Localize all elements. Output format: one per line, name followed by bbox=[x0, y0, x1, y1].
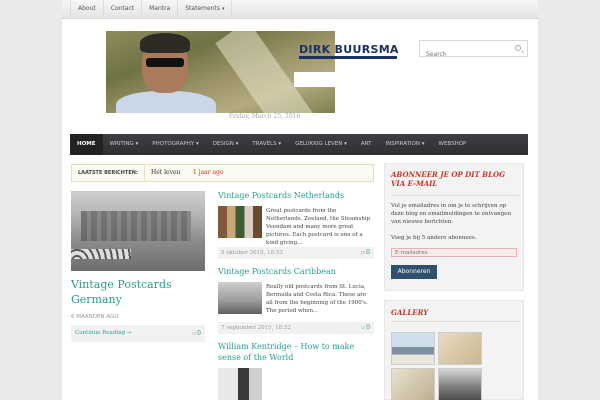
page: About Contact Mantra Statements ▾ DIRK BU… bbox=[62, 0, 538, 400]
featured-image[interactable] bbox=[71, 191, 205, 271]
post-excerpt: Great postcards from the Netherlands. Ze… bbox=[266, 208, 371, 246]
main-nav-inspiration-label: INSPIRATION bbox=[385, 141, 420, 147]
subscribe-widget: ABONNEER JE OP DIT BLOG VIA E-MAIL Vul j… bbox=[384, 163, 524, 291]
banner-sunglasses bbox=[146, 58, 184, 67]
post-comment-number: 0 bbox=[366, 324, 370, 331]
top-nav-statements-label: Statements bbox=[185, 5, 220, 12]
subscribe-button[interactable]: Abonneren bbox=[391, 265, 437, 279]
ticker-label: LAATSTE BERICHTEN: bbox=[72, 165, 145, 181]
top-nav: About Contact Mantra Statements ▾ bbox=[70, 0, 233, 19]
banner-shirt bbox=[116, 91, 216, 113]
subscribe-text: Vul je emailadres in om je te schrijven … bbox=[391, 203, 511, 225]
subscriber-count: Voeg je bij 5 andere abonnees. bbox=[391, 235, 477, 241]
post-meta: 7 september 2015, 18:52 ▫0 bbox=[218, 322, 374, 334]
post-date: 7 september 2015, 18:52 bbox=[221, 325, 292, 331]
post-comment-number: 0 bbox=[366, 249, 370, 256]
comment-icon: ▫ bbox=[192, 330, 197, 337]
gallery-thumbnail[interactable] bbox=[391, 332, 435, 365]
main-nav-inspiration[interactable]: INSPIRATION ▾ bbox=[378, 134, 431, 155]
gallery-thumbnail[interactable] bbox=[438, 332, 482, 365]
chevron-down-icon: ▾ bbox=[421, 141, 425, 147]
ticker-time: 1 jaar ago bbox=[193, 169, 224, 176]
main-nav: HOME WRITING ▾ PHOTOGRAPHY ▾ DESIGN ▾ TR… bbox=[70, 134, 528, 155]
divider bbox=[391, 321, 519, 322]
subscribe-title: ABONNEER JE OP DIT BLOG VIA E-MAIL bbox=[391, 170, 506, 188]
gallery-thumbnail[interactable] bbox=[391, 368, 435, 400]
continue-reading-link[interactable]: Continue Reading → bbox=[75, 325, 132, 342]
main-nav-home[interactable]: HOME bbox=[70, 134, 103, 155]
featured-age: 6 MAANDEN AGO bbox=[71, 314, 119, 320]
main-nav-design-label: DESIGN bbox=[212, 141, 234, 147]
main-nav-gelukkig-leven[interactable]: GELUKKIG LEVEN ▾ bbox=[288, 134, 354, 155]
post-excerpt: Really old postcards from St. Lucia, Ber… bbox=[266, 284, 368, 314]
post-title[interactable]: Vintage Postcards Caribbean bbox=[218, 266, 378, 277]
main-nav-webshop[interactable]: WEBSHOP bbox=[432, 134, 474, 155]
post-comment-count[interactable]: ▫0 bbox=[361, 322, 370, 334]
email-field[interactable] bbox=[391, 248, 517, 257]
header-date: Friday, March 25, 2016 bbox=[229, 113, 301, 120]
banner-hair bbox=[140, 33, 190, 53]
post-title[interactable]: Vintage Postcards Netherlands bbox=[218, 190, 378, 201]
featured-comment-count[interactable]: ▫0 bbox=[192, 325, 201, 342]
featured-footer: Continue Reading → ▫0 bbox=[71, 325, 205, 342]
post-title[interactable]: William Kentridge – How to make sense of… bbox=[218, 341, 378, 363]
latest-posts-ticker: LAATSTE BERICHTEN: Het leven 1 jaar ago bbox=[71, 164, 374, 182]
main-nav-writing-label: WRITING bbox=[109, 141, 134, 147]
post-thumbnail[interactable] bbox=[218, 206, 262, 238]
gallery-widget: GALLERY bbox=[384, 300, 524, 400]
banner-name-plate bbox=[294, 72, 335, 87]
comment-icon: ▫ bbox=[361, 324, 366, 331]
main-nav-writing[interactable]: WRITING ▾ bbox=[103, 134, 146, 155]
comment-icon: ▫ bbox=[361, 249, 366, 256]
featured-image-bridge bbox=[71, 249, 131, 259]
top-nav-mantra[interactable]: Mantra bbox=[142, 0, 179, 19]
main-nav-photography[interactable]: PHOTOGRAPHY ▾ bbox=[145, 134, 205, 155]
top-nav-about[interactable]: About bbox=[70, 0, 104, 19]
chevron-down-icon: ▾ bbox=[195, 141, 199, 147]
search-input[interactable] bbox=[420, 47, 510, 62]
featured-comment-number: 0 bbox=[197, 330, 201, 337]
post-thumbnail[interactable] bbox=[218, 282, 262, 314]
featured-image-buildings bbox=[81, 211, 191, 241]
chevron-down-icon: ▾ bbox=[235, 141, 239, 147]
gallery-thumbnail[interactable] bbox=[438, 368, 482, 400]
chevron-down-icon: ▾ bbox=[221, 6, 225, 12]
main-nav-travels-label: TRAVELS bbox=[252, 141, 277, 147]
site-brand[interactable]: DIRK BUURSMA bbox=[299, 43, 399, 56]
post-date: 5 oktober 2015, 18:53 bbox=[221, 250, 283, 256]
main-nav-design[interactable]: DESIGN ▾ bbox=[206, 134, 246, 155]
search-box bbox=[419, 40, 528, 62]
divider bbox=[391, 195, 519, 196]
top-nav-statements[interactable]: Statements ▾ bbox=[178, 0, 233, 19]
gallery-title: GALLERY bbox=[391, 308, 429, 317]
main-nav-travels[interactable]: TRAVELS ▾ bbox=[245, 134, 288, 155]
search-icon[interactable] bbox=[515, 45, 521, 51]
top-bar: About Contact Mantra Statements ▾ bbox=[62, 0, 538, 19]
main-nav-photography-label: PHOTOGRAPHY bbox=[152, 141, 195, 147]
chevron-down-icon: ▾ bbox=[344, 141, 347, 147]
main-nav-art[interactable]: ART bbox=[354, 134, 379, 155]
post-meta: 5 oktober 2015, 18:53 ▫0 bbox=[218, 247, 374, 259]
post-thumbnail[interactable] bbox=[218, 368, 262, 400]
top-nav-contact[interactable]: Contact bbox=[104, 0, 143, 19]
ticker-item[interactable]: Het leven bbox=[151, 165, 180, 181]
chevron-down-icon: ▾ bbox=[278, 141, 282, 147]
post-comment-count[interactable]: ▫0 bbox=[361, 247, 370, 259]
main-nav-gelukkig-leven-label: GELUKKIG LEVEN bbox=[295, 141, 343, 147]
chevron-down-icon: ▾ bbox=[135, 141, 139, 147]
brand-underline bbox=[299, 56, 397, 59]
featured-title[interactable]: Vintage Postcards Germany bbox=[71, 277, 205, 307]
